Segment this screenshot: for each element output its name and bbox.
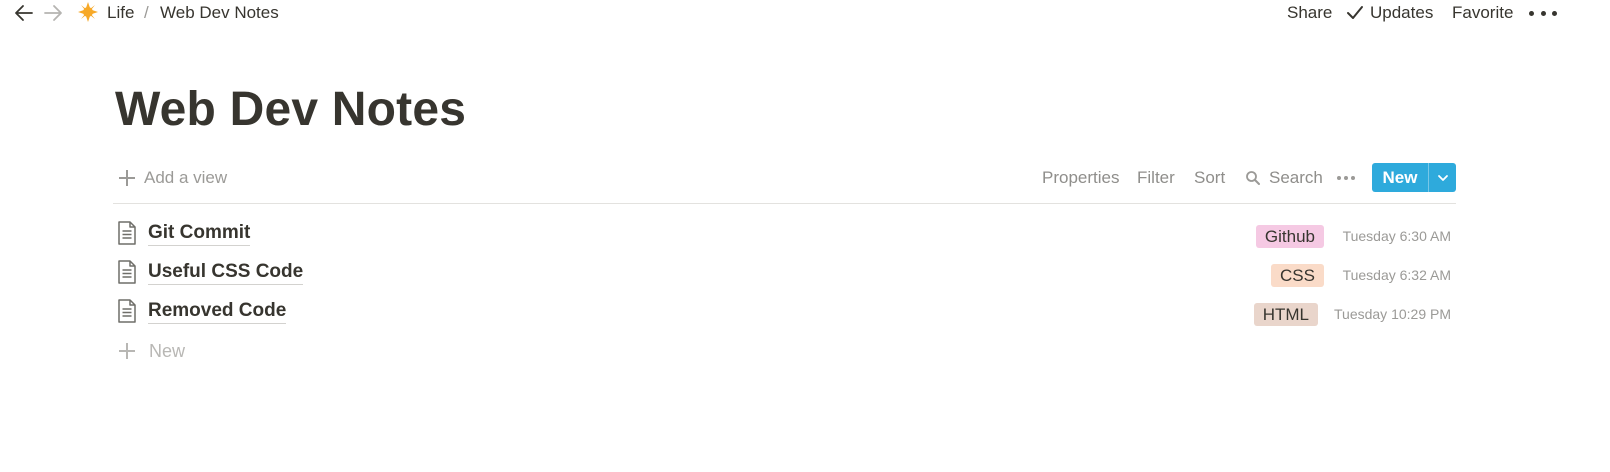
row-timestamp: Tuesday 6:32 AM: [1342, 267, 1451, 283]
tag-badge: CSS: [1271, 264, 1324, 287]
star-icon: [78, 2, 98, 22]
document-icon: [118, 260, 136, 284]
tag-badge: Github: [1255, 225, 1324, 248]
arrow-left-icon: [15, 5, 33, 21]
page-title[interactable]: Web Dev Notes: [115, 82, 466, 137]
arrow-right-icon: [44, 5, 62, 21]
updates-label: Updates: [1370, 3, 1434, 22]
breadcrumb-separator: /: [144, 3, 149, 22]
list-item[interactable]: Useful CSS Code CSS Tuesday 6:32 AM: [113, 257, 1456, 293]
check-icon: [1347, 6, 1363, 19]
document-icon: [118, 221, 136, 245]
topbar: Life / Web Dev Notes Share Updates Favor…: [0, 0, 1610, 26]
row-title[interactable]: Git Commit: [148, 222, 251, 246]
row-timestamp: Tuesday 10:29 PM: [1334, 306, 1451, 322]
search-icon: [1246, 171, 1260, 185]
plus-icon: [118, 169, 136, 187]
breadcrumb-parent[interactable]: Life: [107, 3, 134, 23]
filter-button[interactable]: Filter: [1137, 168, 1175, 188]
sort-button[interactable]: Sort: [1194, 168, 1225, 188]
new-dropdown-button[interactable]: [1428, 163, 1456, 192]
new-button-group: New: [1372, 163, 1456, 192]
row-title[interactable]: Useful CSS Code: [148, 261, 304, 285]
chevron-down-icon: [1437, 174, 1448, 181]
document-icon: [118, 299, 136, 323]
breadcrumb-current[interactable]: Web Dev Notes: [160, 3, 279, 23]
favorite-button[interactable]: Favorite: [1452, 3, 1513, 23]
add-row-label: New: [149, 340, 186, 361]
more-horizontal-icon[interactable]: [1529, 2, 1557, 24]
updates-button[interactable]: Updates: [1346, 3, 1433, 23]
back-button[interactable]: [13, 2, 35, 24]
list-item[interactable]: Removed Code HTML Tuesday 10:29 PM: [113, 296, 1456, 332]
plus-icon: [118, 342, 136, 360]
new-button[interactable]: New: [1372, 163, 1428, 192]
add-view-button[interactable]: Add a view: [118, 166, 227, 190]
view-options-icon[interactable]: [1337, 172, 1355, 184]
properties-button[interactable]: Properties: [1042, 168, 1119, 188]
add-row-button[interactable]: New: [118, 340, 185, 362]
divider: [113, 203, 1456, 204]
forward-button[interactable]: [42, 2, 64, 24]
share-button[interactable]: Share: [1287, 3, 1332, 23]
add-view-label: Add a view: [144, 168, 228, 187]
list-item[interactable]: Git Commit Github Tuesday 6:30 AM: [113, 218, 1456, 254]
tag-badge: HTML: [1253, 303, 1318, 326]
search-button[interactable]: Search: [1245, 168, 1323, 188]
search-label: Search: [1269, 168, 1323, 187]
row-timestamp: Tuesday 6:30 AM: [1342, 228, 1451, 244]
row-title[interactable]: Removed Code: [148, 300, 287, 324]
